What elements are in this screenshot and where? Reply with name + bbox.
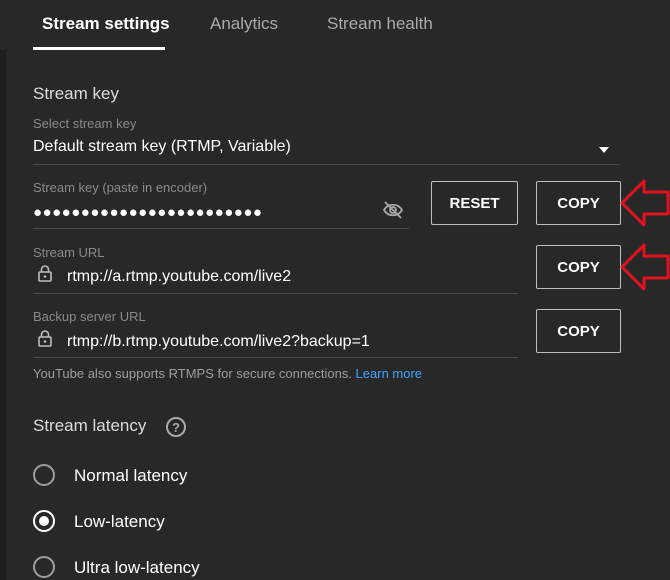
stream-key-title: Stream key: [33, 84, 119, 103]
stream-settings-panel: Stream key Select stream key Default str…: [6, 50, 670, 580]
select-underline: [33, 164, 620, 165]
learn-more-link[interactable]: Learn more: [356, 366, 422, 381]
lock-icon: [38, 330, 52, 347]
tab-analytics[interactable]: Analytics: [210, 14, 278, 34]
copy-stream-key-button[interactable]: COPY: [536, 181, 621, 225]
tab-stream-health[interactable]: Stream health: [327, 14, 433, 34]
radio-low-latency[interactable]: [33, 510, 55, 532]
rtmps-note: YouTube also supports RTMPS for secure c…: [33, 366, 422, 381]
stream-latency-title: Stream latency: [33, 416, 147, 435]
rtmps-note-text: YouTube also supports RTMPS for secure c…: [33, 366, 352, 381]
dropdown-arrow-icon[interactable]: [598, 146, 610, 154]
help-icon[interactable]: ?: [166, 417, 186, 437]
stream-key-underline: [33, 228, 409, 229]
tab-bar: Stream settings Analytics Stream health: [0, 0, 670, 50]
backup-url-label: Backup server URL: [33, 309, 146, 324]
radio-normal-latency[interactable]: [33, 464, 55, 486]
annotation-arrow-icon: [620, 179, 670, 227]
copy-backup-url-button[interactable]: COPY: [536, 309, 621, 353]
reset-button[interactable]: RESET: [431, 181, 518, 225]
stream-url-value[interactable]: rtmp://a.rtmp.youtube.com/live2: [67, 268, 291, 286]
select-stream-key-value: Default stream key (RTMP, Variable): [33, 138, 291, 155]
copy-stream-url-button[interactable]: COPY: [536, 245, 621, 289]
low-latency-label: Low-latency: [74, 512, 165, 531]
annotation-arrow-icon: [620, 243, 670, 291]
stream-url-underline: [33, 293, 518, 294]
visibility-off-icon[interactable]: [382, 200, 404, 220]
stream-key-input[interactable]: ●●●●●●●●●●●●●●●●●●●●●●●●: [33, 204, 262, 221]
radio-ultra-low-latency[interactable]: [33, 556, 55, 578]
tab-stream-settings[interactable]: Stream settings: [42, 14, 170, 34]
ultra-low-latency-label: Ultra low-latency: [74, 558, 200, 577]
lock-icon: [38, 265, 52, 282]
stream-key-label: Stream key (paste in encoder): [33, 180, 208, 195]
normal-latency-label: Normal latency: [74, 466, 188, 485]
backup-url-underline: [33, 357, 518, 358]
backup-url-value[interactable]: rtmp://b.rtmp.youtube.com/live2?backup=1: [67, 333, 370, 351]
select-stream-key-label: Select stream key: [33, 116, 137, 131]
stream-url-label: Stream URL: [33, 245, 105, 260]
